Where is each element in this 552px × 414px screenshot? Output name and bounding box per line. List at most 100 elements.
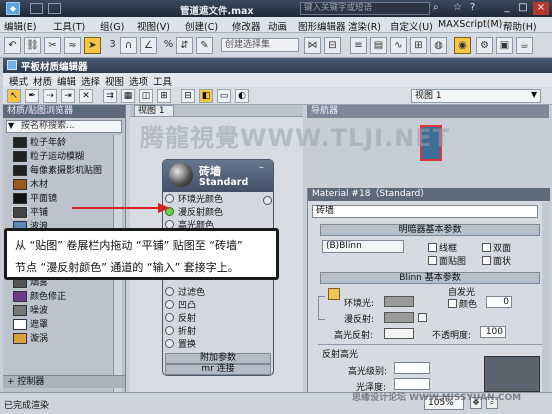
diffuse-color-swatch[interactable]	[384, 312, 414, 323]
chevron-down-icon[interactable]: ▼	[8, 121, 14, 130]
select-object-icon[interactable]: ➤	[84, 37, 101, 54]
render-production-icon[interactable]: ☕	[516, 37, 533, 54]
curve-editor-icon[interactable]: ∿	[390, 37, 407, 54]
list-item[interactable]: 漩涡	[13, 333, 48, 345]
input-socket-icon[interactable]	[165, 326, 174, 335]
rollout-extra-params[interactable]: 附加参数	[165, 353, 271, 364]
list-item[interactable]: 平面镜	[13, 193, 57, 205]
view-select-dropdown[interactable]: 视图 1	[411, 89, 541, 103]
list-item[interactable]: 粒子运动模糊	[13, 151, 84, 163]
layout-icon[interactable]: ⊞	[157, 89, 171, 103]
menu-create[interactable]: 创建(C)	[185, 19, 218, 33]
star-icon[interactable]: ☆	[453, 2, 466, 15]
controllers-group[interactable]: + 控制器	[3, 375, 125, 388]
link-icon[interactable]: ⛓	[24, 37, 41, 54]
specular-color-swatch[interactable]	[384, 328, 414, 339]
max-logo-icon[interactable]: ◆	[6, 2, 20, 15]
bind-icon[interactable]: ≈	[64, 37, 81, 54]
chevron-down-icon[interactable]: ▼	[531, 90, 537, 99]
face-map-checkbox[interactable]: 面贴图	[428, 254, 466, 267]
render-setup-icon[interactable]: ⚙	[476, 37, 493, 54]
show-map-icon[interactable]: ▦	[121, 89, 135, 103]
close-icon[interactable]: ×	[533, 2, 549, 15]
align-icon[interactable]: ⊟	[324, 37, 341, 54]
menu-customize[interactable]: 自定义(U)	[390, 19, 433, 33]
wire-checkbox[interactable]: 线框	[428, 241, 457, 254]
opacity-field[interactable]: 100	[480, 326, 506, 338]
two-sided-checkbox[interactable]: 双面	[482, 241, 511, 254]
spec-level-field[interactable]	[394, 362, 430, 374]
menu-modifiers[interactable]: 修改器	[232, 19, 261, 33]
self-illum-color-checkbox[interactable]: 颜色	[448, 297, 477, 310]
layout-children-icon[interactable]: ⊟	[181, 89, 195, 103]
input-socket-icon[interactable]	[165, 339, 174, 348]
menu-tools[interactable]: 工具(T)	[53, 19, 85, 33]
slot-refraction[interactable]: 折射	[165, 326, 196, 338]
faceted-checkbox[interactable]: 面状	[482, 254, 511, 267]
slate-material-editor-icon[interactable]: ◉	[454, 37, 471, 54]
menu-maxscript[interactable]: MAXScript(M)	[438, 19, 502, 30]
sme-menu-modes[interactable]: 模式	[9, 74, 28, 88]
parameter-editor-icon[interactable]: ▭	[217, 89, 231, 103]
diffuse-map-button[interactable]	[418, 313, 427, 322]
snap-toggle-icon[interactable]: 3	[104, 37, 121, 54]
checkbox-icon[interactable]	[482, 256, 491, 265]
select-by-material-icon[interactable]: ◐	[235, 89, 249, 103]
sme-menu-select[interactable]: 选择	[81, 74, 100, 88]
props-scrollbar[interactable]	[542, 202, 549, 392]
menu-group[interactable]: 组(G)	[100, 19, 124, 33]
menu-graph-editors[interactable]: 图形编辑器	[298, 19, 346, 33]
rendered-frame-icon[interactable]: ▣	[496, 37, 513, 54]
minimize-icon[interactable]: _	[500, 2, 514, 15]
slot-reflection[interactable]: 反射	[165, 313, 196, 325]
slot-filter-color[interactable]: 过滤色	[165, 287, 205, 299]
quick-access-icon[interactable]	[48, 3, 61, 14]
list-item[interactable]: 噪波	[13, 305, 48, 317]
input-socket-icon[interactable]	[165, 313, 174, 322]
list-item[interactable]: 每像素摄影机贴图	[13, 165, 102, 177]
angle-snap-icon[interactable]: ∠	[140, 37, 157, 54]
lock-icon[interactable]	[328, 288, 340, 300]
shader-dropdown[interactable]: (B)Blinn	[322, 240, 404, 253]
sme-menu-edit[interactable]: 编辑	[57, 74, 76, 88]
list-item[interactable]: 颜色修正	[13, 291, 66, 303]
list-item[interactable]: 木材	[13, 179, 48, 191]
slot-diffuse-color[interactable]: 漫反射颜色	[165, 207, 223, 219]
menu-help[interactable]: 帮助(H)	[503, 19, 537, 33]
sme-menu-material[interactable]: 材质	[33, 74, 52, 88]
assign-material-icon[interactable]: ⇥	[61, 89, 75, 103]
rollout-blinn-basic[interactable]: Blinn 基本参数	[320, 272, 540, 284]
show-background-icon[interactable]: ◫	[139, 89, 153, 103]
search-icon[interactable]: ⌕	[433, 2, 446, 15]
menu-edit[interactable]: 编辑(E)	[4, 19, 36, 33]
slot-bump[interactable]: 凹凸	[165, 300, 196, 312]
schematic-view-icon[interactable]: ⊞	[410, 37, 427, 54]
checkbox-icon[interactable]	[448, 299, 457, 308]
mirror-icon[interactable]: ⋈	[304, 37, 321, 54]
list-item[interactable]: 粒子年龄	[13, 137, 66, 149]
help-icon[interactable]: ?	[470, 2, 483, 15]
ambient-color-swatch[interactable]	[384, 296, 414, 307]
maximize-icon[interactable]: □	[516, 2, 530, 15]
material-name-field[interactable]: 砖墙	[312, 205, 538, 218]
checkbox-icon[interactable]	[482, 243, 491, 252]
layer-manager-icon[interactable]: ≡	[350, 37, 367, 54]
sme-menu-utilities[interactable]: 工具	[153, 74, 172, 88]
ribbon-icon[interactable]: ▤	[370, 37, 387, 54]
magnet-icon[interactable]: ∩	[120, 37, 137, 54]
pick-material-icon[interactable]: ✒	[25, 89, 39, 103]
browser-search-input[interactable]: 按名称搜索...	[6, 120, 122, 133]
rollout-shader-basic[interactable]: 明暗器基本参数	[320, 224, 540, 236]
list-item[interactable]: 遮罩	[13, 319, 48, 331]
input-socket-icon[interactable]	[165, 287, 174, 296]
checkbox-icon[interactable]	[428, 256, 437, 265]
rollout-mr-connection[interactable]: mr 连接	[165, 364, 271, 375]
search-input[interactable]: 键入关键字或短语	[300, 2, 430, 15]
slot-displacement[interactable]: 置换	[165, 339, 196, 351]
input-socket-icon[interactable]	[165, 300, 174, 309]
edit-named-selection-icon[interactable]: ✎	[196, 37, 213, 54]
unlink-icon[interactable]: ✂	[44, 37, 61, 54]
material-map-navigator-icon[interactable]: ◧	[199, 89, 213, 103]
menu-rendering[interactable]: 渲染(R)	[348, 19, 381, 33]
move-children-icon[interactable]: ⇉	[103, 89, 117, 103]
